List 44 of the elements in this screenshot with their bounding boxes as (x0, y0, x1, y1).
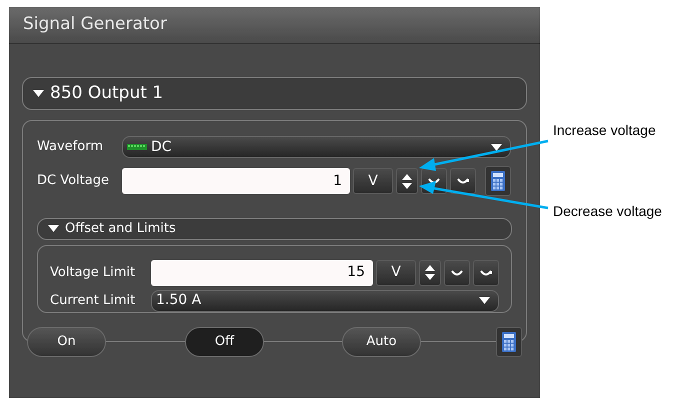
calculator-icon (502, 332, 516, 352)
voltage-limit-field[interactable]: 15 (151, 260, 373, 286)
waveform-value: DC (151, 138, 172, 156)
down-arrow-icon[interactable] (425, 274, 435, 280)
output-mode-button[interactable]: Auto (342, 326, 421, 356)
dropdown-arrow-icon[interactable] (491, 144, 502, 150)
output-mode-button[interactable]: Off (185, 326, 264, 356)
dropdown[interactable]: DC (122, 136, 511, 158)
output-mode-button[interactable]: On (27, 326, 106, 356)
curve-up-button[interactable] (450, 168, 476, 194)
current-limit-value: 1.50 A (156, 291, 202, 310)
curve-up-button[interactable] (473, 260, 499, 286)
waveform-icon (127, 143, 147, 151)
output-header[interactable]: 850 Output 1 (22, 77, 527, 110)
unit-button[interactable]: V (376, 260, 416, 286)
curve-icon (450, 268, 464, 276)
offset-title: Offset and Limits (65, 220, 176, 238)
dropdown[interactable]: 1.50 A (151, 290, 499, 312)
calculator-button[interactable] (485, 166, 511, 196)
calculator-button[interactable] (496, 326, 522, 356)
curve-icon (479, 268, 493, 276)
collapse-triangle-icon[interactable] (48, 224, 59, 233)
dc-voltage-label: DC Voltage (37, 172, 110, 190)
down-arrow-icon[interactable] (402, 182, 412, 188)
dc-voltage-field[interactable]: 1 (122, 168, 350, 194)
callout-label: Increase voltage (553, 121, 656, 140)
curve-icon (456, 177, 470, 185)
up-down-spinner[interactable] (419, 260, 441, 286)
callout-label: Decrease voltage (553, 202, 662, 221)
curve-down-button[interactable] (444, 260, 470, 286)
unit-button[interactable]: V (353, 168, 393, 194)
calculator-icon (491, 171, 505, 191)
output-title: 850 Output 1 (50, 82, 164, 105)
up-arrow-icon[interactable] (402, 174, 412, 180)
collapse-triangle-icon[interactable] (33, 90, 44, 98)
dropdown-arrow-icon[interactable] (479, 297, 490, 304)
waveform-label: Waveform (37, 138, 104, 156)
up-arrow-icon[interactable] (425, 265, 435, 271)
window-title: Signal Generator (23, 13, 167, 36)
voltage-limit-label: Voltage Limit (50, 264, 136, 282)
current-limit-label: Current Limit (50, 292, 136, 310)
curve-icon (427, 177, 441, 185)
up-down-spinner[interactable] (396, 168, 418, 194)
offset-header[interactable]: Offset and Limits (37, 218, 512, 240)
